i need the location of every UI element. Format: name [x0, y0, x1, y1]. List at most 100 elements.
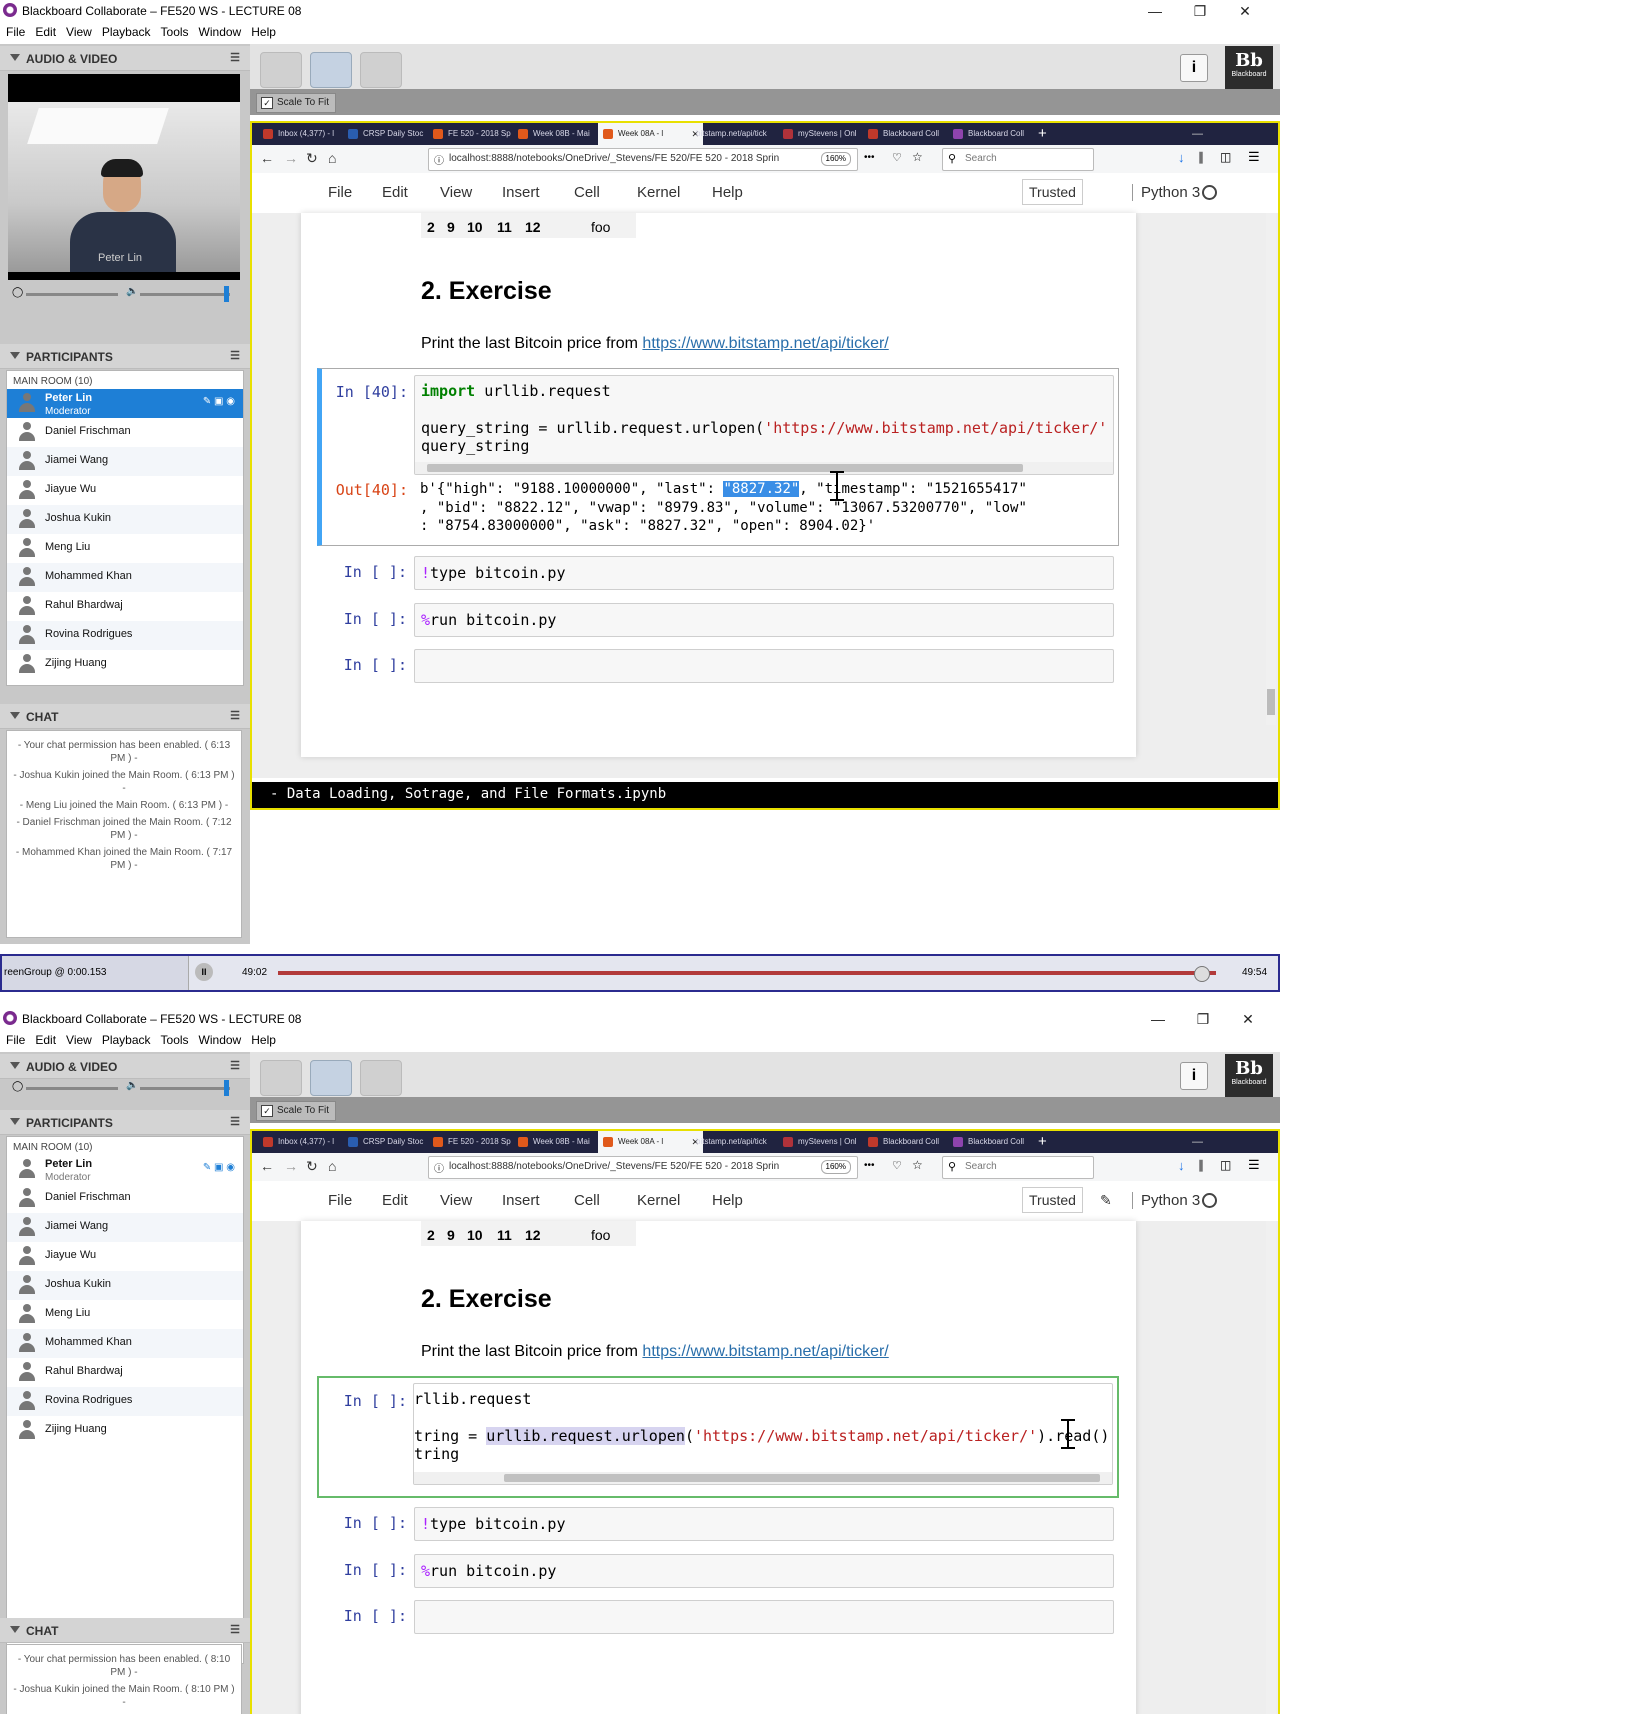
audio-video-header[interactable]: AUDIO & VIDEO ☰	[0, 46, 250, 71]
download-icon[interactable]: ↓	[1178, 1158, 1185, 1173]
menu-window[interactable]: Window	[199, 1030, 242, 1050]
jmenu-view[interactable]: View	[440, 184, 472, 201]
options-icon[interactable]: ☰	[230, 1059, 240, 1072]
participant-row[interactable]: Rahul Bhardwaj	[7, 1358, 243, 1387]
participant-row[interactable]: Rovina Rodrigues	[7, 1387, 243, 1416]
menu-file[interactable]: File	[6, 1030, 25, 1050]
menu-view[interactable]: View	[66, 1030, 92, 1050]
volume-sliders[interactable]: ◯ 🔈	[8, 1080, 240, 1096]
browser-tab[interactable]: Blackboard Coll	[948, 1131, 1048, 1153]
code-cell[interactable]	[414, 1600, 1114, 1634]
ticker-link[interactable]: https://www.bitstamp.net/api/ticker/	[642, 335, 888, 352]
options-icon[interactable]: ☰	[230, 709, 240, 722]
participant-row[interactable]: Joshua Kukin	[7, 1271, 243, 1300]
home-icon[interactable]: ⌂	[328, 1158, 336, 1174]
web-tour-icon[interactable]	[360, 52, 402, 88]
hamburger-icon[interactable]: ☰	[1248, 149, 1260, 165]
menu-playback[interactable]: Playback	[102, 1030, 151, 1050]
participant-row[interactable]: Zijing Huang	[7, 650, 243, 679]
restore-button[interactable]: ❐	[1183, 1008, 1223, 1030]
participant-row[interactable]: Daniel Frischman	[7, 418, 243, 447]
jmenu-edit[interactable]: Edit	[382, 184, 408, 201]
collapse-icon[interactable]	[10, 54, 20, 61]
minimize-button[interactable]: —	[1138, 1008, 1178, 1030]
participant-row[interactable]: Mohammed Khan	[7, 1329, 243, 1358]
browser-search-input[interactable]: ⚲ Search	[942, 1156, 1094, 1179]
pocket-icon[interactable]: ♡	[892, 151, 902, 164]
menu-help[interactable]: Help	[251, 22, 276, 42]
close-button[interactable]: ✕	[1225, 0, 1265, 22]
collapse-icon[interactable]	[10, 1626, 20, 1633]
code-editor[interactable]: import urllib.request query_string = url…	[414, 375, 1114, 475]
options-icon[interactable]: ☰	[230, 1623, 240, 1636]
trusted-badge[interactable]: Trusted	[1022, 179, 1083, 205]
code-cell[interactable]: %run bitcoin.py	[414, 603, 1114, 637]
participant-row[interactable]: Joshua Kukin	[7, 505, 243, 534]
participant-row[interactable]: Mohammed Khan	[7, 563, 243, 592]
menu-playback[interactable]: Playback	[102, 22, 151, 42]
library-icon[interactable]: ∥	[1198, 1158, 1204, 1172]
menu-tools[interactable]: Tools	[161, 1030, 189, 1050]
whiteboard-icon[interactable]	[260, 1060, 302, 1096]
jmenu-help[interactable]: Help	[712, 1192, 743, 1209]
jmenu-file[interactable]: File	[328, 184, 352, 201]
participant-row[interactable]: Meng Liu	[7, 534, 243, 563]
reload-icon[interactable]: ↻	[306, 1158, 318, 1175]
code-cell[interactable]: !type bitcoin.py	[414, 556, 1114, 590]
page-scrollbar[interactable]	[1266, 1221, 1276, 1714]
jmenu-kernel[interactable]: Kernel	[637, 184, 680, 201]
scale-to-fit-checkbox[interactable]: ✓ Scale To Fit	[256, 93, 337, 113]
jmenu-view[interactable]: View	[440, 1192, 472, 1209]
collapse-icon[interactable]	[10, 1118, 20, 1125]
horizontal-scrollbar[interactable]	[415, 462, 1113, 474]
info-icon[interactable]: i	[1180, 54, 1208, 82]
zoom-indicator[interactable]: 160%	[820, 1160, 851, 1174]
participant-row[interactable]: Daniel Frischman	[7, 1184, 243, 1213]
collapse-icon[interactable]	[10, 352, 20, 359]
jmenu-file[interactable]: File	[328, 1192, 352, 1209]
jmenu-kernel[interactable]: Kernel	[637, 1192, 680, 1209]
app-share-icon[interactable]	[310, 52, 352, 88]
pause-button[interactable]: II	[195, 963, 213, 981]
participant-row[interactable]: Peter Lin Moderator ✎ ▣ ◉	[7, 389, 243, 418]
menu-file[interactable]: File	[6, 22, 25, 42]
back-icon[interactable]: ←	[260, 150, 274, 166]
bookmark-star-icon[interactable]: ☆	[912, 1158, 923, 1172]
jmenu-edit[interactable]: Edit	[382, 1192, 408, 1209]
audio-video-header[interactable]: AUDIO & VIDEO ☰	[0, 1054, 250, 1079]
jmenu-cell[interactable]: Cell	[574, 1192, 600, 1209]
chat-header[interactable]: CHAT ☰	[0, 704, 250, 729]
browser-tab[interactable]: Blackboard Coll	[948, 123, 1048, 145]
menu-tools[interactable]: Tools	[161, 22, 189, 42]
sidebar-icon[interactable]: ◫	[1220, 150, 1231, 164]
options-icon[interactable]: ☰	[230, 51, 240, 64]
url-bar[interactable]: ⓘ localhost:8888/notebooks/OneDrive/_Ste…	[428, 1156, 858, 1179]
participant-row[interactable]: Jiayue Wu	[7, 1242, 243, 1271]
menu-edit[interactable]: Edit	[35, 22, 56, 42]
new-tab-button[interactable]: +	[1038, 123, 1047, 145]
horizontal-scrollbar[interactable]	[414, 1472, 1112, 1484]
participant-row[interactable]: Meng Liu	[7, 1300, 243, 1329]
volume-sliders[interactable]: ◯ 🔈	[8, 286, 240, 302]
home-icon[interactable]: ⌂	[328, 150, 336, 166]
menu-view[interactable]: View	[66, 22, 92, 42]
forward-icon[interactable]: →	[284, 1158, 298, 1174]
sidebar-icon[interactable]: ◫	[1220, 1158, 1231, 1172]
participant-row[interactable]: Rovina Rodrigues	[7, 621, 243, 650]
restore-button[interactable]: ❐	[1180, 0, 1220, 22]
ticker-link[interactable]: https://www.bitstamp.net/api/ticker/	[642, 1343, 888, 1360]
participants-header[interactable]: PARTICIPANTS ☰	[0, 1110, 250, 1135]
browser-search-input[interactable]: ⚲ Search	[942, 148, 1094, 171]
collapse-icon[interactable]	[10, 1062, 20, 1069]
participants-header[interactable]: PARTICIPANTS ☰	[0, 344, 250, 369]
jmenu-insert[interactable]: Insert	[502, 1192, 540, 1209]
participant-row[interactable]: Rahul Bhardwaj	[7, 592, 243, 621]
options-icon[interactable]: ☰	[230, 349, 240, 362]
url-bar[interactable]: ⓘ localhost:8888/notebooks/OneDrive/_Ste…	[428, 148, 858, 171]
scale-to-fit-checkbox[interactable]: ✓ Scale To Fit	[256, 1101, 337, 1121]
trusted-badge[interactable]: Trusted	[1022, 1187, 1083, 1213]
participant-row[interactable]: Peter Lin Moderator ✎ ▣ ◉	[7, 1155, 243, 1184]
code-editor[interactable]: rllib.request tring = urllib.request.url…	[413, 1383, 1113, 1485]
jmenu-insert[interactable]: Insert	[502, 184, 540, 201]
info-icon[interactable]: i	[1180, 1062, 1208, 1090]
